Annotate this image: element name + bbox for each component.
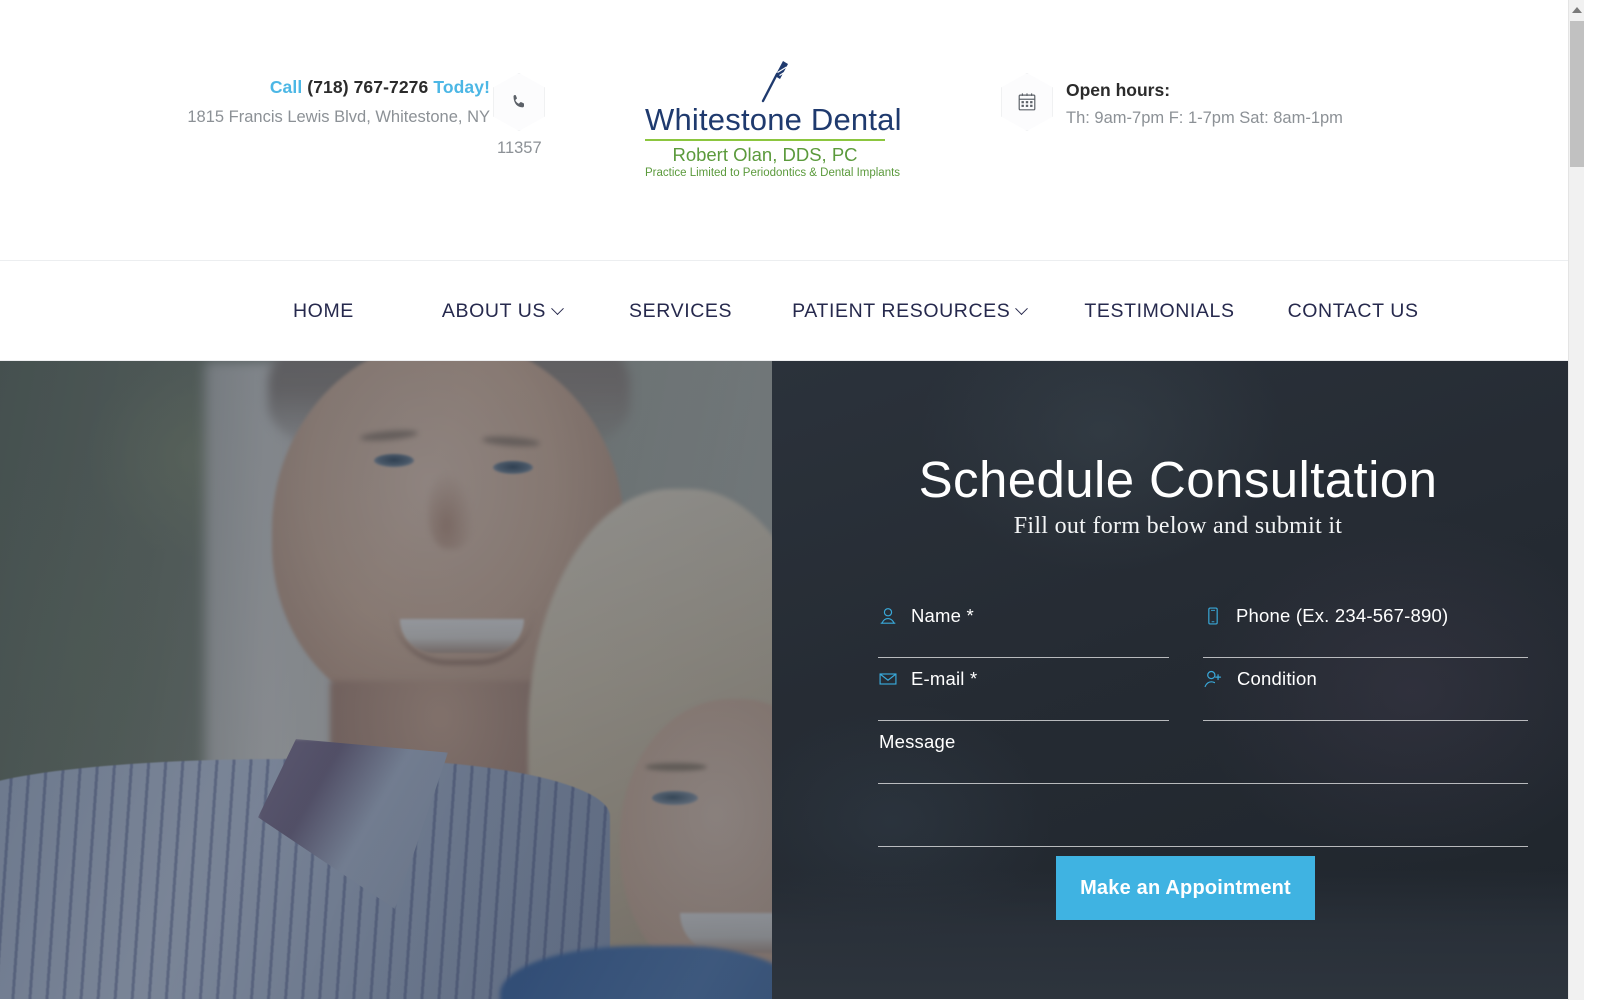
calendar-icon [1018,93,1036,111]
open-hours: Open hours: Th: 9am-7pm F: 1-7pm Sat: 8a… [1066,76,1343,132]
envelope-icon [879,673,897,685]
nav-label: PATIENT RESOURCES [792,299,1011,322]
logo-brand: Whitestone Dental [645,102,902,137]
site-header: Call (718) 767-7276 Today! 1815 Francis … [0,0,1584,261]
field-underline [878,846,1528,847]
nav-item-about-us[interactable]: ABOUT US [441,299,564,323]
hero-subtitle: Fill out form below and submit it [1013,513,1343,539]
field-name[interactable]: Name * [878,596,1169,658]
field-placeholder: Message [879,731,956,752]
main-navigation: HOME ABOUT US SERVICES PATIENT RESOURCES… [0,261,1584,361]
phone-icon [513,95,524,108]
hero-photo [0,361,772,999]
nav-list: HOME ABOUT US SERVICES PATIENT RESOURCES… [293,261,1419,361]
hero-title: Schedule Consultation [918,451,1438,508]
phone-icon-badge [493,73,545,131]
nav-label: HOME [293,299,354,322]
address-line: 1815 Francis Lewis Blvd, Whitestone, NY [187,108,490,126]
logo-rule [645,139,885,141]
chevron-down-icon [551,301,564,315]
call-line: Call (718) 767-7276 Today! [150,74,490,100]
nav-item-patient-resources[interactable]: PATIENT RESOURCES [792,299,1029,323]
field-email[interactable]: E-mail * [878,659,1169,721]
field-underline [878,783,1528,784]
address-zip: 11357 [497,139,542,157]
field-placeholder: Condition [1237,668,1317,689]
chevron-down-icon [1015,301,1029,315]
field-underline [878,720,1169,721]
open-hours-value: Th: 9am-7pm F: 1-7pm Sat: 8am-1pm [1066,109,1343,127]
call-prefix: Call [269,77,303,97]
site-logo[interactable]: Whitestone Dental Robert Olan, DDS, PC P… [645,58,902,181]
calendar-icon-badge [1001,73,1053,131]
photo-overlay [0,361,772,999]
nav-label: SERVICES [629,299,733,322]
scroll-up-arrow-icon[interactable] [1572,7,1582,13]
vertical-scrollbar[interactable] [1568,0,1584,1000]
field-placeholder: Name * [911,605,974,626]
field-underline [1203,720,1528,721]
field-phone[interactable]: Phone (Ex. 234-567-890) [1203,596,1528,658]
contact-info: Call (718) 767-7276 Today! 1815 Francis … [150,74,490,130]
open-hours-title: Open hours: [1066,80,1171,100]
scrollbar-thumb[interactable] [1570,21,1584,167]
make-appointment-button[interactable]: Make an Appointment [1056,856,1315,920]
user-icon [880,608,896,624]
nav-item-testimonials[interactable]: TESTIMONIALS [1084,300,1234,323]
field-underline [1203,657,1528,658]
consultation-content: Schedule Consultation Fill out form belo… [772,361,1584,999]
page-root: Call (718) 767-7276 Today! 1815 Francis … [0,0,1584,1000]
call-suffix: Today! [433,77,490,97]
field-placeholder: Phone (Ex. 234-567-890) [1236,605,1449,626]
nav-label: ABOUT US [441,299,547,322]
logo-tagline: Practice Limited to Periodontics & Denta… [645,167,901,179]
toothbrush-icon-wrap [645,58,885,103]
field-placeholder: E-mail * [911,668,978,689]
field-message-overflow[interactable] [878,785,1528,847]
nav-item-contact-us[interactable]: CONTACT US [1288,300,1419,323]
toothbrush-icon [761,61,789,103]
mobile-icon [1208,607,1218,625]
nav-label: CONTACT US [1287,299,1419,322]
user-plus-icon [1204,670,1222,688]
nav-label: TESTIMONIALS [1084,299,1235,322]
nav-item-home[interactable]: HOME [293,300,354,323]
nav-item-services[interactable]: SERVICES [629,300,732,323]
field-underline [878,657,1169,658]
hero-section: Schedule Consultation Fill out form belo… [0,361,1584,999]
field-message[interactable]: Message [878,722,1528,784]
phone-number[interactable]: (718) 767-7276 [307,77,428,97]
field-condition[interactable]: Condition [1203,659,1528,721]
logo-doctor: Robert Olan, DDS, PC [672,144,858,165]
